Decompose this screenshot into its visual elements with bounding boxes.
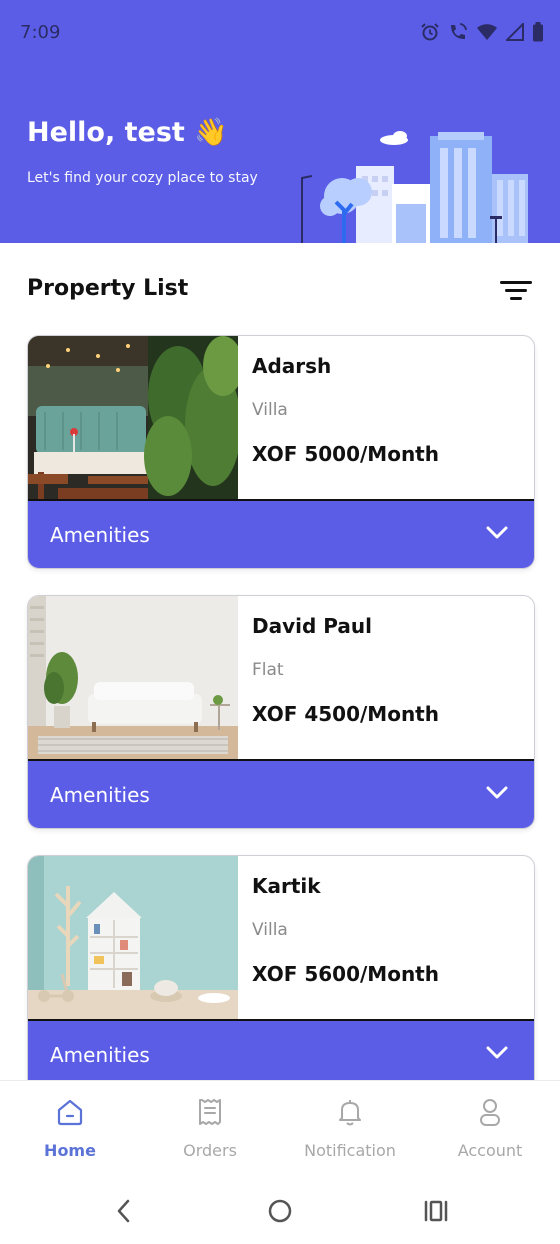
home-circle-icon[interactable] bbox=[267, 1196, 293, 1226]
amenities-label: Amenities bbox=[50, 523, 150, 547]
nav-notification-label: Notification bbox=[304, 1141, 396, 1160]
status-time: 7:09 bbox=[20, 22, 61, 43]
property-type: Villa bbox=[252, 920, 288, 940]
property-name: Adarsh bbox=[252, 354, 332, 378]
property-list-title: Property List bbox=[27, 276, 189, 301]
filter-button[interactable] bbox=[496, 276, 536, 306]
bottom-navigation: Home Orders Notification Account bbox=[0, 1080, 560, 1179]
property-type: Flat bbox=[252, 660, 284, 680]
bell-icon bbox=[339, 1100, 361, 1126]
property-type: Villa bbox=[252, 400, 288, 420]
chevron-down-icon bbox=[486, 526, 508, 539]
amenities-label: Amenities bbox=[50, 783, 150, 807]
battery-icon bbox=[533, 22, 543, 42]
filter-icon bbox=[500, 281, 532, 300]
property-price: XOF 5600/Month bbox=[252, 962, 439, 986]
alarm-icon bbox=[421, 23, 439, 41]
property-card[interactable]: David Paul Flat XOF 4500/Month Amenities bbox=[27, 595, 535, 829]
property-card[interactable]: Kartik Villa XOF 5600/Month Amenities bbox=[27, 855, 535, 1081]
chevron-down-icon bbox=[486, 786, 508, 799]
property-name: David Paul bbox=[252, 614, 372, 638]
nav-home-label: Home bbox=[44, 1141, 96, 1160]
greeting-subtitle: Let's find your cozy place to stay bbox=[27, 170, 258, 186]
nav-notification[interactable]: Notification bbox=[280, 1081, 420, 1179]
receipt-icon bbox=[199, 1099, 221, 1125]
property-name: Kartik bbox=[252, 874, 321, 898]
person-icon bbox=[480, 1099, 500, 1126]
back-icon[interactable] bbox=[113, 1196, 133, 1226]
property-info: Kartik Villa XOF 5600/Month bbox=[252, 856, 534, 1020]
property-info: David Paul Flat XOF 4500/Month bbox=[252, 596, 534, 760]
header-banner: 7:09 Hello, test 👋 Let's find your cozy … bbox=[0, 0, 560, 243]
nav-account-label: Account bbox=[457, 1141, 523, 1160]
amenities-toggle[interactable]: Amenities bbox=[28, 761, 534, 828]
amenities-label: Amenities bbox=[50, 1043, 150, 1067]
property-price: XOF 4500/Month bbox=[252, 702, 439, 726]
property-info: Adarsh Villa XOF 5000/Month bbox=[252, 336, 534, 500]
greeting-title: Hello, test 👋 bbox=[27, 117, 228, 148]
nav-home[interactable]: Home bbox=[0, 1081, 140, 1179]
nav-orders-label: Orders bbox=[183, 1141, 237, 1160]
property-image-kids-room bbox=[28, 856, 238, 1020]
property-image-restaurant bbox=[28, 336, 238, 500]
wifi-icon bbox=[477, 24, 497, 40]
recent-apps-icon[interactable] bbox=[423, 1196, 449, 1226]
nav-account[interactable]: Account bbox=[420, 1081, 560, 1179]
home-icon bbox=[57, 1099, 83, 1126]
status-icons bbox=[420, 22, 544, 42]
amenities-toggle[interactable]: Amenities bbox=[28, 501, 534, 568]
status-bar: 7:09 bbox=[0, 0, 560, 66]
amenities-toggle[interactable]: Amenities bbox=[28, 1021, 534, 1081]
property-image-living-room bbox=[28, 596, 238, 760]
wifi-call-icon bbox=[451, 23, 467, 39]
system-navigation-bar bbox=[0, 1178, 560, 1244]
city-illustration bbox=[301, 131, 528, 243]
chevron-down-icon bbox=[486, 1046, 508, 1059]
nav-orders[interactable]: Orders bbox=[140, 1081, 280, 1179]
property-price: XOF 5000/Month bbox=[252, 442, 439, 466]
signal-icon bbox=[506, 23, 524, 41]
property-card[interactable]: Adarsh Villa XOF 5000/Month Amenities bbox=[27, 335, 535, 569]
